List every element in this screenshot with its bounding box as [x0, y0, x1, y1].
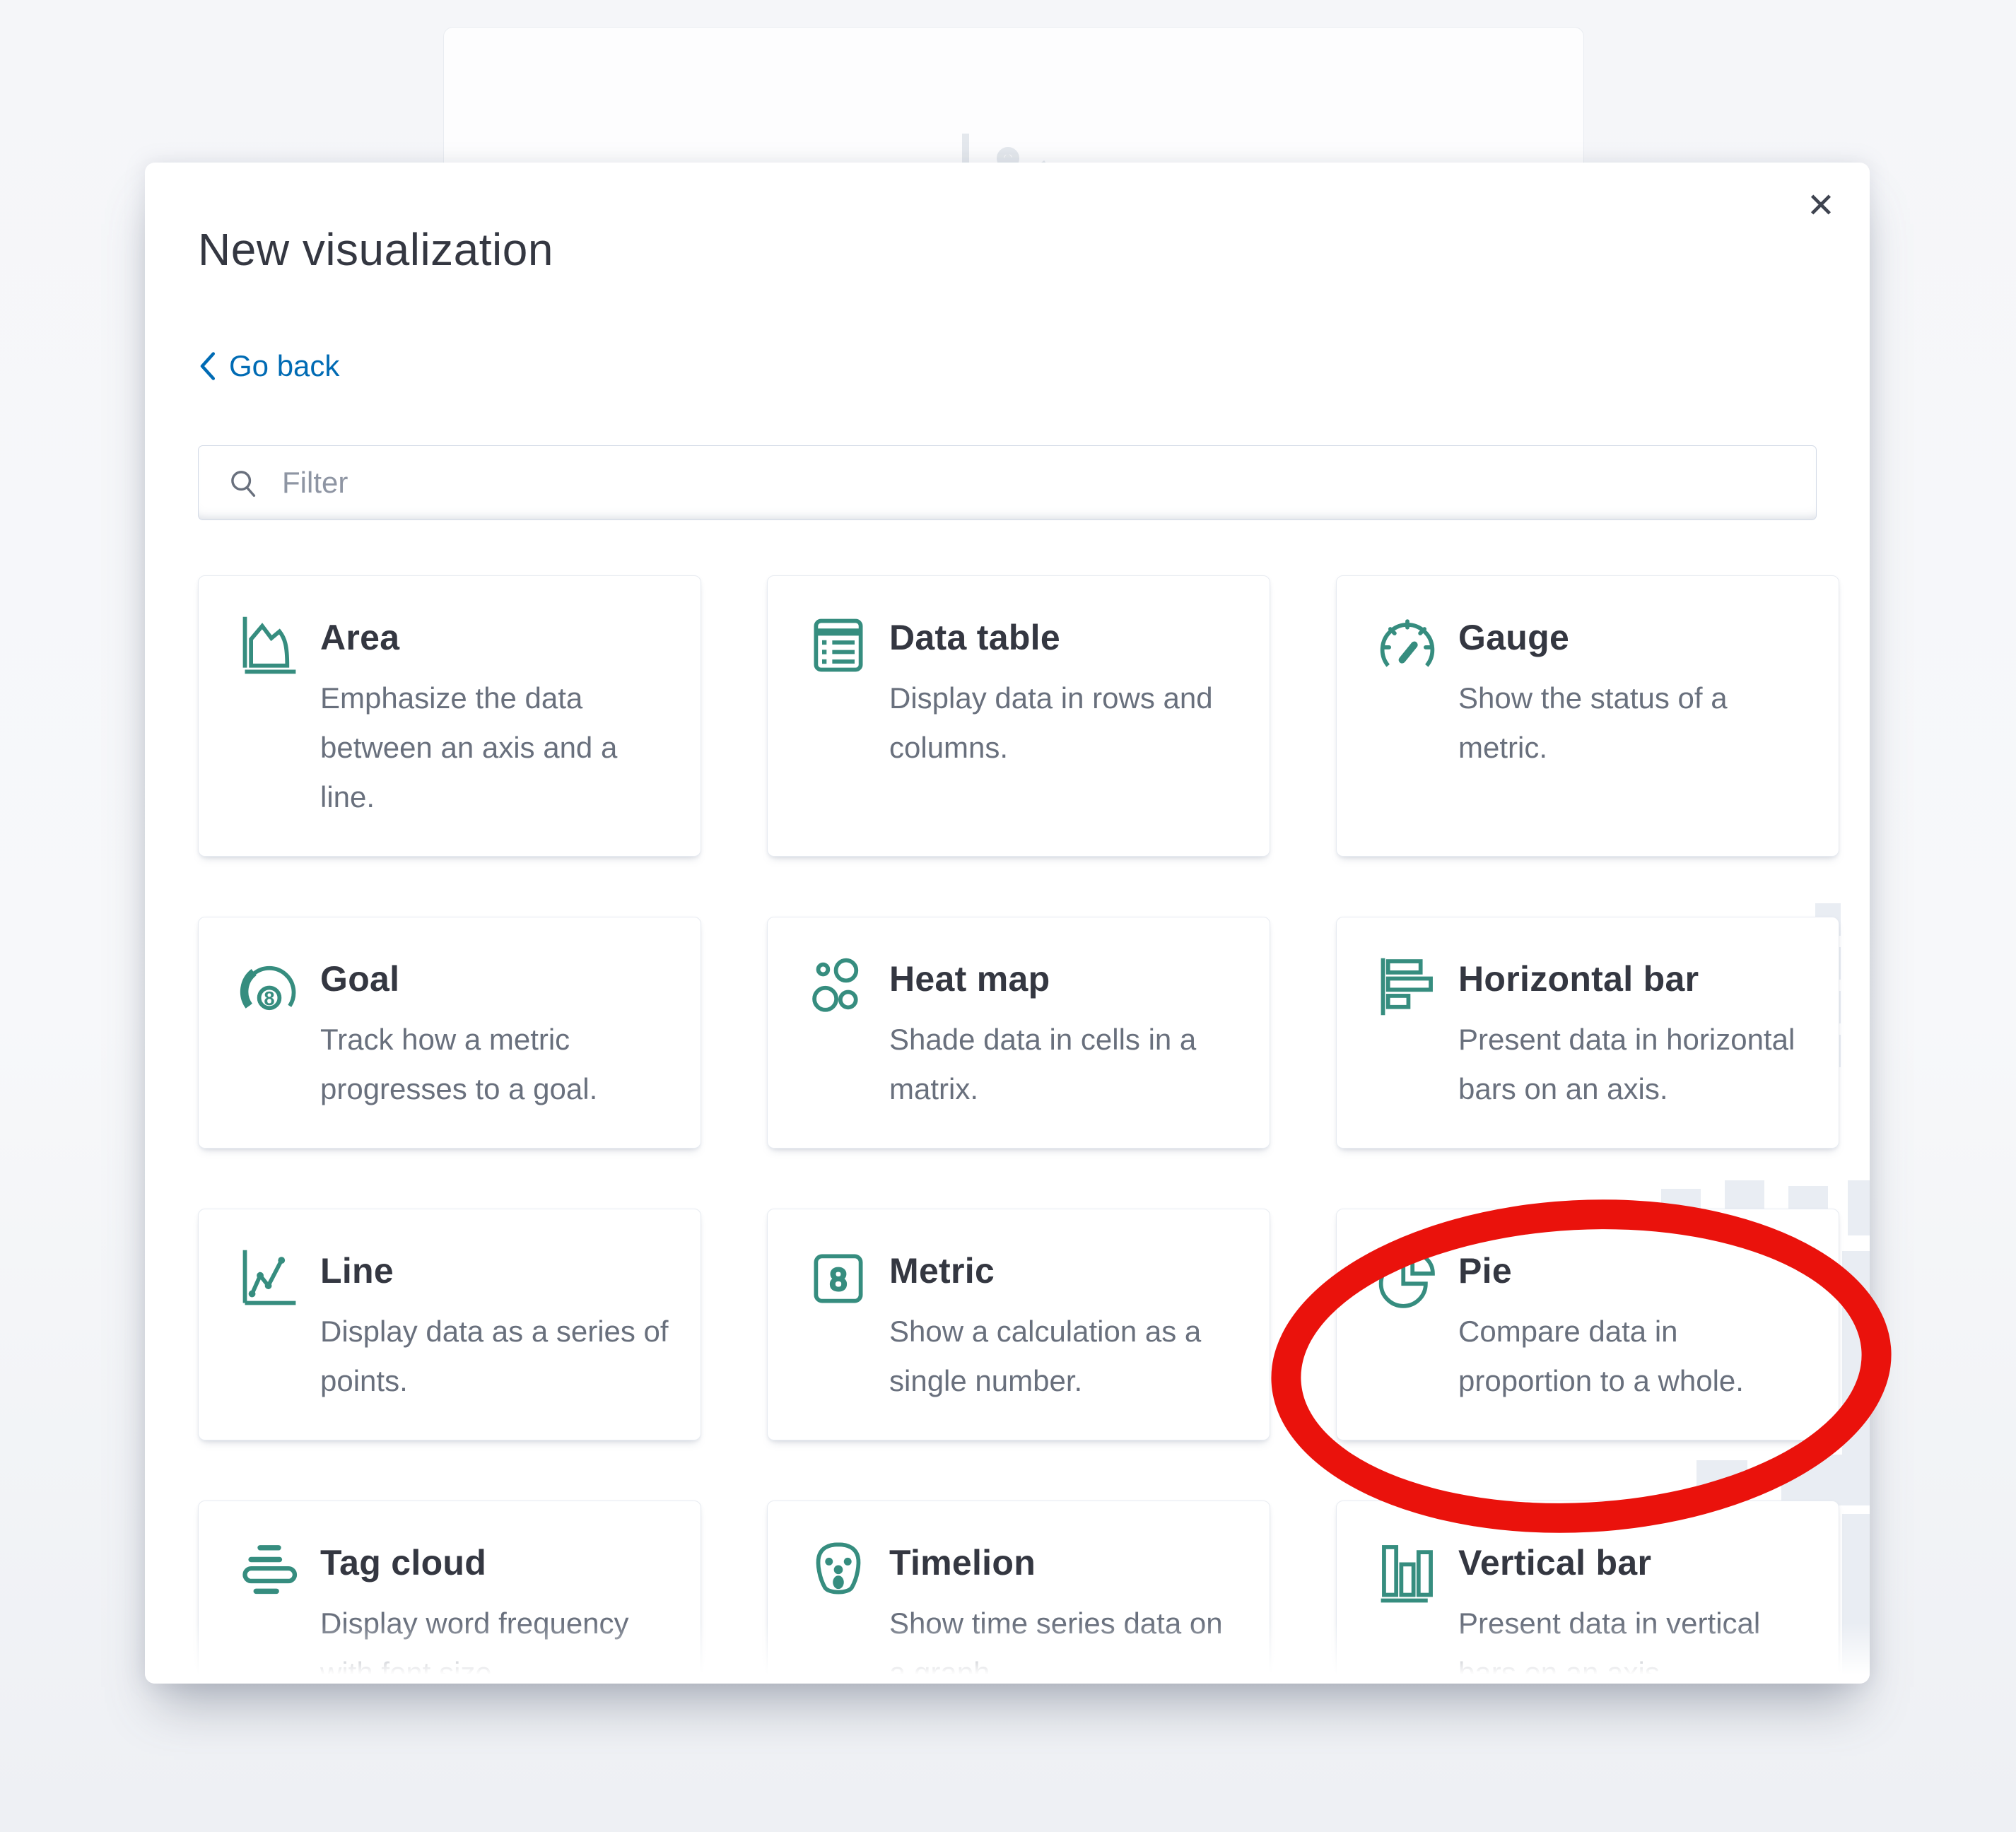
pie-chart-icon: [1375, 1246, 1440, 1311]
chevron-left-icon: [198, 351, 216, 381]
goal-icon: 8: [237, 954, 302, 1019]
vis-card-gauge[interactable]: Gauge Show the status of a metric.: [1336, 575, 1839, 857]
heat-map-icon: [806, 954, 871, 1019]
tag-cloud-icon: [237, 1538, 302, 1603]
page: { "modal": { "title": "New visualization…: [0, 0, 2016, 1832]
card-description: Show a calculation as a single number.: [889, 1307, 1238, 1406]
card-title: Pie: [1458, 1250, 1807, 1291]
card-title: Data table: [889, 617, 1238, 658]
line-chart-icon: [237, 1246, 302, 1311]
vis-card-area[interactable]: Area Emphasize the data between an axis …: [198, 575, 701, 857]
card-title: Heat map: [889, 958, 1238, 999]
visualization-card-grid: Area Emphasize the data between an axis …: [198, 575, 1817, 1684]
card-description: Shade data in cells in a matrix.: [889, 1015, 1238, 1114]
card-title: Goal: [320, 958, 669, 999]
card-title: Horizontal bar: [1458, 958, 1807, 999]
card-title: Line: [320, 1250, 669, 1291]
modal-title: New visualization: [198, 223, 1870, 276]
vis-card-goal[interactable]: 8 Goal Track how a metric progresses to …: [198, 917, 701, 1149]
new-visualization-modal: ✕ New visualization Go back Area: [145, 163, 1870, 1684]
vis-card-timelion[interactable]: Timelion Show time series data on a grap…: [767, 1501, 1270, 1684]
go-back-label: Go back: [229, 349, 339, 383]
vis-card-metric[interactable]: 8 Metric Show a calculation as a single …: [767, 1209, 1270, 1440]
vis-card-heat-map[interactable]: Heat map Shade data in cells in a matrix…: [767, 917, 1270, 1149]
card-description: Track how a metric progresses to a goal.: [320, 1015, 669, 1114]
close-icon[interactable]: ✕: [1796, 181, 1846, 230]
svg-text:8: 8: [830, 1263, 847, 1297]
card-description: Display word frequency with font size.: [320, 1599, 669, 1684]
search-icon: [228, 467, 260, 500]
card-description: Display data as a series of points.: [320, 1307, 669, 1406]
timelion-icon: [806, 1538, 871, 1603]
data-table-icon: [806, 613, 871, 678]
card-description: Present data in vertical bars on an axis…: [1458, 1599, 1807, 1684]
vis-card-vertical-bar[interactable]: Vertical bar Present data in vertical ba…: [1336, 1501, 1839, 1684]
card-description: Compare data in proportion to a whole.: [1458, 1307, 1807, 1406]
vis-card-line[interactable]: Line Display data as a series of points.: [198, 1209, 701, 1440]
card-title: Metric: [889, 1250, 1238, 1291]
vis-card-tag-cloud[interactable]: Tag cloud Display word frequency with fo…: [198, 1501, 701, 1684]
vis-card-horizontal-bar[interactable]: Horizontal bar Present data in horizonta…: [1336, 917, 1839, 1149]
metric-icon: 8: [806, 1246, 871, 1311]
card-title: Area: [320, 617, 669, 658]
card-description: Show the status of a metric.: [1458, 674, 1807, 773]
card-description: Show time series data on a graph.: [889, 1599, 1238, 1684]
go-back-link[interactable]: Go back: [198, 349, 339, 383]
card-description: Emphasize the data between an axis and a…: [320, 674, 669, 822]
card-title: Timelion: [889, 1542, 1238, 1583]
filter-input[interactable]: [198, 445, 1817, 520]
horizontal-bar-icon: [1375, 954, 1440, 1019]
card-title: Tag cloud: [320, 1542, 669, 1583]
card-title: Vertical bar: [1458, 1542, 1807, 1583]
card-title: Gauge: [1458, 617, 1807, 658]
svg-text:8: 8: [264, 987, 274, 1009]
card-description: Present data in horizontal bars on an ax…: [1458, 1015, 1807, 1114]
gauge-icon: [1375, 613, 1440, 678]
card-description: Display data in rows and columns.: [889, 674, 1238, 773]
vis-card-pie[interactable]: Pie Compare data in proportion to a whol…: [1336, 1209, 1839, 1440]
area-chart-icon: [237, 613, 302, 678]
vis-card-data-table[interactable]: Data table Display data in rows and colu…: [767, 575, 1270, 857]
vertical-bar-icon: [1375, 1538, 1440, 1603]
filter-field: [198, 445, 1817, 520]
